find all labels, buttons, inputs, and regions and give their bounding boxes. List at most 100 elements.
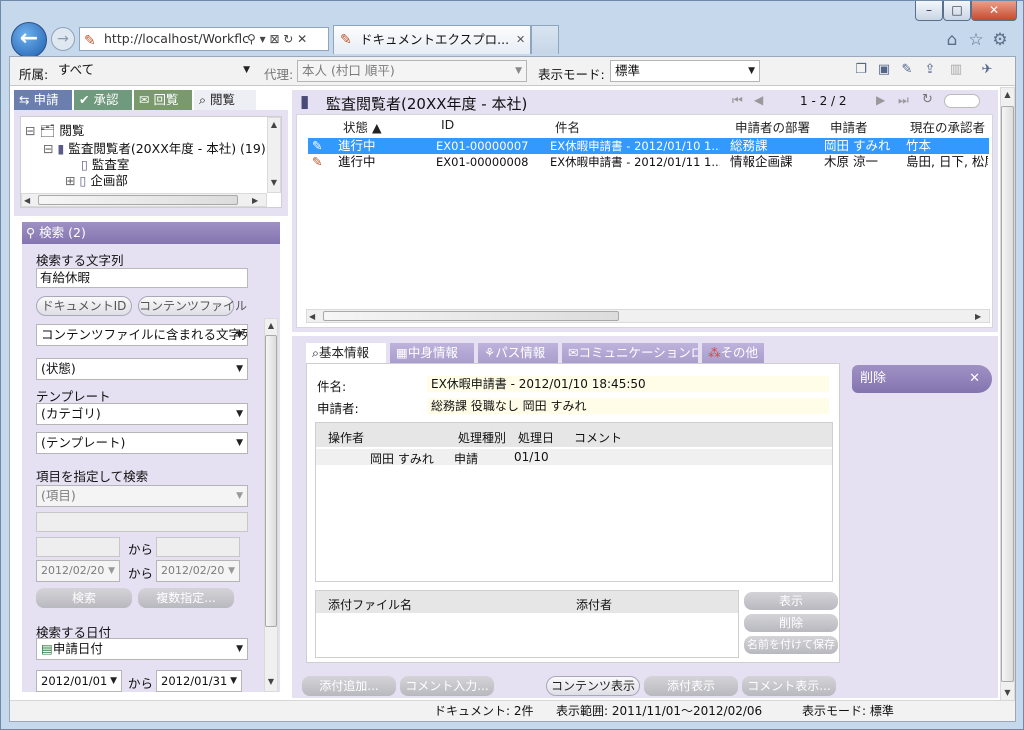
- scroll-down-icon[interactable]: ▼: [268, 176, 280, 190]
- scroll-right-icon[interactable]: ▶: [975, 310, 981, 324]
- tab-path-info[interactable]: ⚘パス情報: [478, 343, 558, 363]
- star-icon[interactable]: ☆: [965, 29, 987, 51]
- column-header-status[interactable]: 状態 ▲: [343, 117, 382, 136]
- close-window-button[interactable]: ✕: [971, 1, 1017, 21]
- tab-communication-log[interactable]: ✉コミュニケーションログ: [562, 343, 698, 363]
- range-from-input[interactable]: [36, 537, 120, 557]
- tab-approval[interactable]: ✔ 承認: [74, 90, 132, 110]
- multiple-specify-button[interactable]: 複数指定...: [138, 588, 234, 608]
- content-file-button[interactable]: コンテンツファイル: [138, 296, 247, 316]
- attachment-view-button[interactable]: 表示: [744, 592, 838, 610]
- column-header-department[interactable]: 申請者の部署: [735, 117, 810, 136]
- table-row[interactable]: ✎ 進行中 EX01-00000008 EX休暇申請書 - 2012/01/11…: [308, 154, 989, 170]
- display-mode-select[interactable]: 標準 ▼: [610, 60, 760, 82]
- toggle-switch[interactable]: [944, 94, 980, 108]
- scroll-thumb[interactable]: [1001, 106, 1014, 682]
- last-page-icon[interactable]: ⏭: [898, 93, 909, 108]
- scroll-thumb[interactable]: [323, 311, 619, 321]
- attachment-delete-button[interactable]: 削除: [744, 614, 838, 632]
- tab-basic-info[interactable]: ⌕基本情報: [306, 343, 386, 363]
- next-page-icon[interactable]: ▶: [876, 93, 885, 107]
- item-date-to-select[interactable]: 2012/02/20 ▼: [156, 560, 240, 582]
- item-date-from-select[interactable]: 2012/02/20 ▼: [36, 560, 120, 582]
- chevron-down-icon: ▼: [236, 438, 243, 448]
- history-row[interactable]: 岡田 すみれ 申請 01/10: [316, 449, 832, 466]
- column-header-approver[interactable]: 現在の承認者: [910, 117, 985, 136]
- export-icon[interactable]: ⇪: [921, 61, 939, 79]
- first-page-icon[interactable]: ⏮: [732, 93, 743, 108]
- apply-date-from-select[interactable]: 2012/01/01 ▼: [36, 670, 122, 692]
- tab-document-explorer[interactable]: ✎ ドキュメントエクスプロ... ✕: [333, 25, 531, 54]
- column-header-applicant[interactable]: 申請者: [830, 117, 868, 136]
- maximize-button[interactable]: □: [943, 1, 971, 21]
- scroll-thumb[interactable]: [265, 335, 277, 627]
- category-select[interactable]: (カテゴリ) ▼: [36, 403, 248, 425]
- search-text-input[interactable]: 有給休暇: [36, 268, 248, 288]
- tab-browse[interactable]: ⌕ 閲覧: [194, 90, 256, 110]
- show-comment-button[interactable]: コメント表示...: [742, 676, 836, 696]
- page-vertical-scrollbar[interactable]: ▲ ▼: [1000, 87, 1015, 701]
- list-horizontal-scrollbar[interactable]: ◀ ▶: [306, 309, 990, 323]
- search-scrollbar[interactable]: ▲ ▼: [264, 318, 278, 692]
- search-header[interactable]: ⚲ 検索 (2): [22, 222, 280, 244]
- refresh-icon[interactable]: ↻: [922, 92, 933, 107]
- status-select[interactable]: (状態) ▼: [36, 358, 248, 380]
- scroll-left-icon[interactable]: ◀: [24, 194, 30, 208]
- copy-icon[interactable]: ❐: [852, 61, 870, 79]
- tab-circulation[interactable]: ✉ 回覧: [134, 90, 192, 110]
- tree-item-planning[interactable]: ⊞ ▯ 企画部: [65, 173, 128, 189]
- search-target-select[interactable]: コンテンツファイルに含まれる文字列 ▼: [36, 324, 248, 346]
- document-id-button[interactable]: ドキュメントID: [36, 296, 132, 316]
- tree-root[interactable]: ⊟ 🗂 閲覧: [25, 123, 84, 139]
- scroll-up-icon[interactable]: ▲: [265, 319, 277, 333]
- show-attachment-button[interactable]: 添付表示: [644, 676, 738, 696]
- table-row[interactable]: ✎ 進行中 EX01-00000007 EX休暇申請書 - 2012/01/10…: [308, 138, 989, 154]
- minimize-button[interactable]: –: [915, 1, 943, 21]
- column-header-subject[interactable]: 件名: [555, 117, 580, 136]
- tab-application[interactable]: ⇆ 申請: [14, 90, 72, 110]
- tab-other[interactable]: ⁂その他: [702, 343, 764, 363]
- delete-button[interactable]: 削除 ✕: [852, 365, 992, 393]
- previous-page-icon[interactable]: ◀: [754, 93, 763, 107]
- proxy-select[interactable]: 本人 (村口 順平) ▼: [297, 60, 527, 82]
- tools-icon[interactable]: ✈: [978, 61, 996, 79]
- address-actions[interactable]: ⚲ ▾ ⊠ ↻ ✕: [247, 28, 307, 50]
- scroll-down-icon[interactable]: ▼: [265, 675, 277, 689]
- column-header-id[interactable]: ID: [441, 117, 454, 132]
- back-button[interactable]: ←: [11, 22, 47, 58]
- scroll-up-icon[interactable]: ▲: [1001, 88, 1014, 102]
- edit-document-icon[interactable]: ✎: [898, 61, 916, 79]
- home-icon[interactable]: ⌂: [941, 29, 963, 51]
- add-attachment-button[interactable]: 添付追加...: [302, 676, 396, 696]
- document-list-panel: ▮ 監査閲覧者(20XX年度 - 本社) ⏮ ◀ 1 - 2 / 2 ▶ ⏭ ↻: [292, 90, 998, 332]
- attachment-save-as-button[interactable]: 名前を付けて保存: [744, 636, 838, 654]
- tree-node-auditor[interactable]: ⊟ ▮ 監査閲覧者(20XX年度 - 本社) (19): [43, 141, 266, 157]
- scroll-up-icon[interactable]: ▲: [268, 118, 280, 132]
- scroll-left-icon[interactable]: ◀: [309, 310, 315, 324]
- gear-icon[interactable]: ⚙: [989, 29, 1011, 51]
- forward-button[interactable]: →: [51, 27, 75, 51]
- address-bar[interactable]: ✎ http://localhost/Workflc ⚲ ▾ ⊠ ↻ ✕: [79, 27, 329, 51]
- search-button[interactable]: 検索: [36, 588, 132, 608]
- item-select[interactable]: (項目) ▼: [36, 485, 248, 507]
- range-to-input[interactable]: [156, 537, 240, 557]
- url-text[interactable]: http://localhost/Workflc: [104, 28, 249, 50]
- scroll-thumb[interactable]: [38, 195, 238, 205]
- affiliation-select[interactable]: すべて ▼: [54, 60, 254, 82]
- tree-horizontal-scrollbar[interactable]: ◀ ▶: [21, 193, 267, 207]
- apply-date-to-select[interactable]: 2012/01/31 ▼: [156, 670, 242, 692]
- tree-item-audit-office[interactable]: ▯ 監査室: [81, 157, 129, 173]
- columns-icon[interactable]: ▥: [947, 61, 965, 79]
- template-select[interactable]: (テンプレート) ▼: [36, 432, 248, 454]
- tree-vertical-scrollbar[interactable]: ▲ ▼: [267, 117, 281, 193]
- tab-close-icon[interactable]: ✕: [516, 26, 525, 54]
- new-tab-button[interactable]: [531, 25, 559, 54]
- enter-comment-button[interactable]: コメント入力...: [400, 676, 494, 696]
- show-content-button[interactable]: コンテンツ表示: [546, 676, 640, 696]
- scroll-right-icon[interactable]: ▶: [252, 194, 258, 208]
- tab-content-info[interactable]: ▦中身情報: [390, 343, 474, 363]
- save-icon[interactable]: ▣: [875, 61, 893, 79]
- scroll-down-icon[interactable]: ▼: [1001, 686, 1014, 700]
- item-value-input[interactable]: [36, 512, 248, 532]
- date-type-select[interactable]: ▤申請日付 ▼: [36, 638, 248, 660]
